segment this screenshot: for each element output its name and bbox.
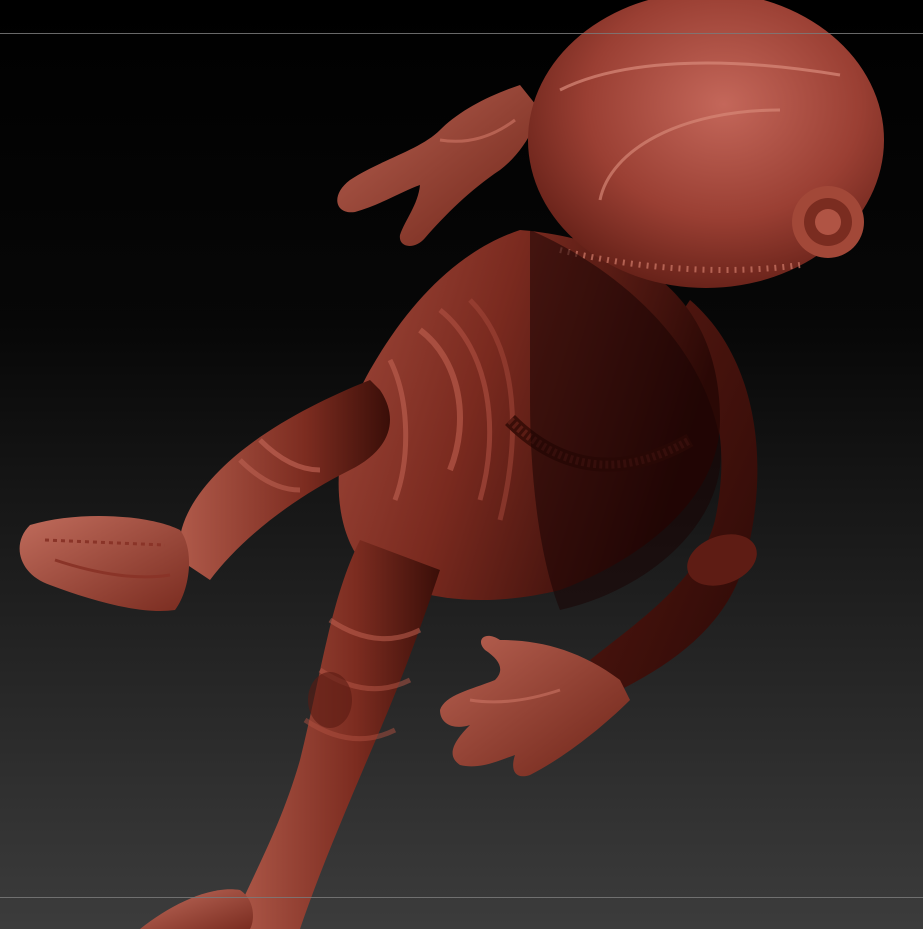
zbrush-viewport-canvas[interactable] [0,0,923,929]
helmet-sculpt [528,0,884,288]
frame-guide-bottom [0,897,923,898]
sculpt-scene [0,0,923,929]
frame-guide-top [0,33,923,34]
